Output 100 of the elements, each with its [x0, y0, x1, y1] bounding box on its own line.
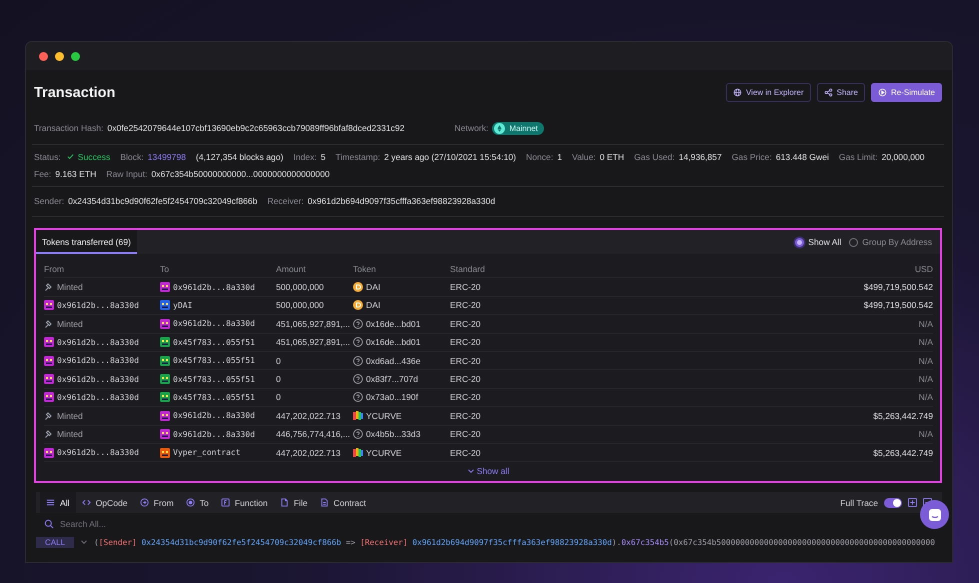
- list-icon: [46, 498, 55, 508]
- radio-button[interactable]: [795, 238, 804, 246]
- expand-all-icon[interactable]: [908, 498, 917, 508]
- rainbow-icon: [353, 410, 363, 421]
- field-value: 0x0fe2542079644e107cbf13690eb9c2c65963ccb79089ff96bfaf8dced2331c92: [107, 123, 404, 133]
- hammer-icon: [44, 429, 54, 440]
- field-value: 1: [557, 152, 562, 162]
- header-button[interactable]: Re-Simulate: [870, 82, 942, 102]
- address-text: 0x961d2b...8a330d: [173, 411, 255, 420]
- field-value: 613.448 Gwei: [776, 152, 829, 162]
- trace-tab[interactable]: From: [134, 492, 180, 514]
- standard-cell-text: ERC-20: [450, 448, 482, 458]
- token-text: YCURVE: [366, 410, 402, 421]
- play-icon: [878, 88, 887, 96]
- full-trace-toggle[interactable]: [884, 498, 902, 508]
- radio-label[interactable]: Group By Address: [862, 237, 932, 247]
- show-all-link[interactable]: Show all: [466, 466, 510, 476]
- column-header: Token: [353, 264, 377, 274]
- amount-cell-text: 446,756,774,416,...: [276, 429, 352, 440]
- page-title: Transaction: [34, 85, 116, 101]
- trace-tab[interactable]: File: [274, 492, 314, 514]
- address-text: 0x45f783...055f51: [173, 338, 255, 347]
- close-window-button[interactable]: [39, 52, 48, 60]
- ethereum-icon: [494, 122, 506, 134]
- usd-cell-text: $5,263,442.749: [872, 448, 933, 458]
- field-value: (4,127,354 blocks ago): [196, 152, 284, 162]
- address-text: 0x961d2b...8a330d: [57, 300, 139, 310]
- column-header: To: [160, 264, 170, 274]
- share-icon: [824, 88, 833, 96]
- field-label: Sender:: [34, 196, 64, 206]
- address-text: 0x961d2b...8a330d: [57, 448, 139, 458]
- tokens-tab[interactable]: Tokens transferred (69): [36, 230, 137, 254]
- standard-cell-text: ERC-20: [450, 300, 482, 310]
- document-icon: [320, 498, 329, 508]
- search-field[interactable]: Search All...: [60, 519, 360, 530]
- rainbow-icon: [353, 448, 363, 458]
- address-text: 0x961d2b...8a330d: [57, 374, 139, 384]
- amount-cell-text: 447,202,022.713: [276, 410, 342, 421]
- field-value: 20,000,000: [882, 152, 925, 162]
- field-label: Status:: [34, 152, 61, 162]
- amount-cell-text: 0: [276, 356, 282, 366]
- radio-label[interactable]: Show All: [808, 237, 842, 247]
- header-button[interactable]: Share: [816, 82, 865, 102]
- field-label: Index:: [293, 152, 317, 162]
- field-label: Raw Input:: [106, 168, 148, 178]
- usd-cell-text: $499,719,500.542: [862, 282, 933, 292]
- token-text: 0x16de...bd01: [366, 337, 420, 348]
- standard-cell-text: ERC-20: [450, 318, 482, 329]
- amount-cell-text: 500,000,000: [276, 300, 325, 310]
- standard-cell-text: ERC-20: [450, 374, 482, 384]
- status-value: Success: [78, 152, 110, 162]
- hammer-icon: [44, 410, 54, 421]
- address-text: 0x961d2b...8a330d: [173, 282, 255, 292]
- address-text: Minted: [57, 429, 83, 440]
- question-icon: [353, 356, 363, 366]
- field-value: 9.163 ETH: [55, 168, 96, 178]
- radio-button[interactable]: [849, 238, 858, 246]
- usd-cell-text: N/A: [918, 337, 933, 348]
- header-button[interactable]: View in Explorer: [726, 82, 811, 102]
- standard-cell-text: ERC-20: [450, 429, 482, 440]
- amount-cell-text: 0: [276, 374, 282, 384]
- column-header: USD: [914, 264, 933, 274]
- field-value: 14,936,857: [678, 152, 722, 162]
- usd-cell-text: N/A: [918, 429, 933, 440]
- trace-tab[interactable]: Contract: [314, 492, 372, 514]
- field-value: 0x67c354b50000000000...0000000000000000: [151, 168, 330, 178]
- question-icon: [353, 429, 363, 440]
- block-link[interactable]: 13499798: [148, 152, 186, 162]
- field-value: 0x24354d31bc9d90f62fe5f2454709c32049cf866b: [68, 196, 258, 206]
- question-icon: [353, 337, 363, 348]
- chat-icon: [926, 506, 942, 522]
- token-text: DAI: [366, 300, 380, 310]
- trace-tab[interactable]: All: [40, 492, 76, 514]
- token-text: 0x4b5b...33d3: [366, 429, 420, 440]
- trace-tab[interactable]: OpCode: [76, 492, 134, 514]
- trace-tab[interactable]: Function: [214, 492, 274, 514]
- column-header: Standard: [450, 264, 486, 274]
- maximize-window-button[interactable]: [71, 52, 80, 60]
- field-value: 5: [320, 152, 326, 162]
- token-text: 0xd6ad...436e: [366, 356, 420, 366]
- coin-icon: [353, 300, 363, 310]
- hammer-icon: [44, 318, 54, 329]
- standard-cell-text: ERC-20: [450, 392, 482, 402]
- trace-tab[interactable]: To: [180, 492, 215, 514]
- amount-cell-text: 500,000,000: [276, 282, 325, 292]
- code-icon: [82, 498, 91, 508]
- field-label: Gas Limit:: [838, 152, 878, 162]
- field-value: 2 years ago (27/10/2021 15:54:10): [384, 152, 516, 162]
- usd-cell-text: N/A: [918, 392, 933, 402]
- field-value: 0 ETH: [600, 152, 624, 162]
- field-label: Receiver:: [267, 196, 304, 206]
- field-label: Network:: [454, 123, 488, 133]
- minimize-window-button[interactable]: [55, 52, 64, 60]
- chevron-down-icon[interactable]: [80, 538, 88, 546]
- usd-cell-text: $499,719,500.542: [862, 300, 933, 310]
- standard-cell-text: ERC-20: [450, 337, 482, 348]
- address-text: 0x961d2b...8a330d: [173, 430, 255, 439]
- address-text: Vyper_contract: [173, 448, 240, 458]
- coin-icon: [353, 282, 363, 292]
- field-label: Fee:: [34, 168, 52, 178]
